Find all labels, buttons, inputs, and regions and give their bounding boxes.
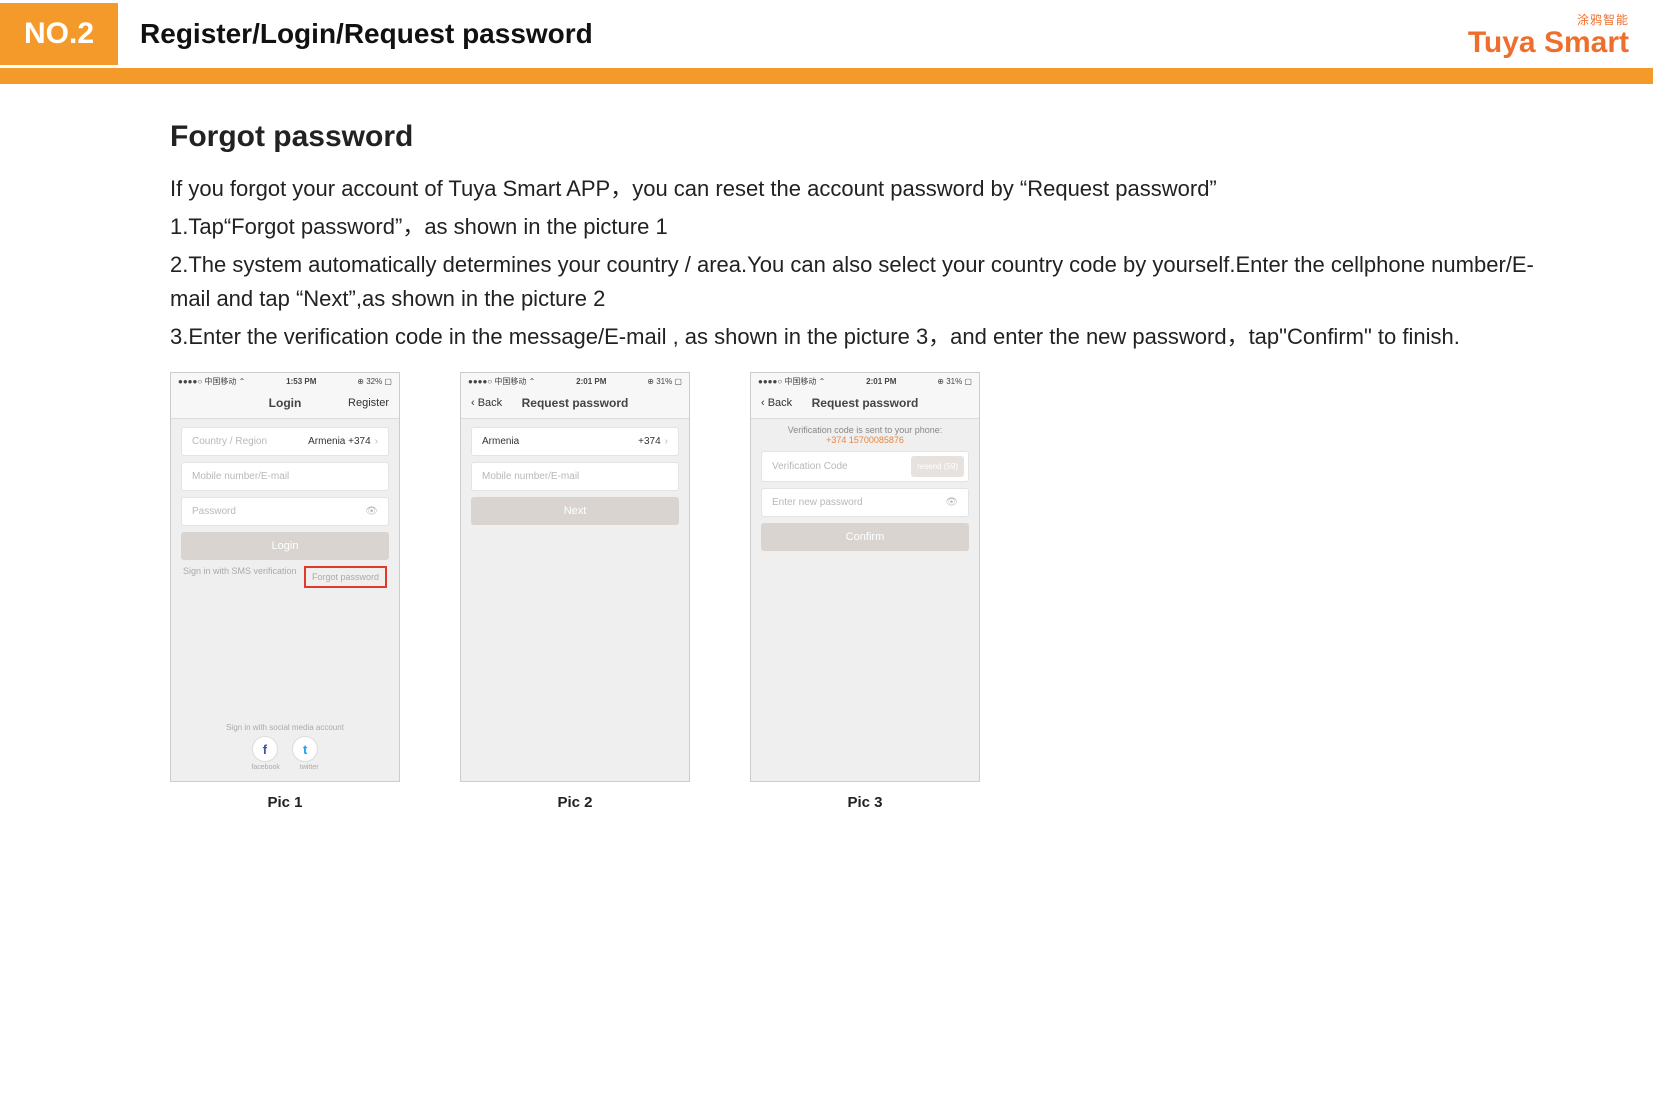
mobile-email-input[interactable]: Mobile number/E-mail — [471, 462, 679, 491]
form-body: Country / Region Armenia +374 › Mobile nu… — [171, 419, 399, 598]
hint-text: Verification code is sent to your phone: — [751, 425, 979, 435]
country-selector[interactable]: Armenia +374 › — [471, 427, 679, 456]
caption-2: Pic 2 — [557, 794, 592, 811]
brand-logo-en: Tuya Smart — [1468, 28, 1629, 58]
mobile-placeholder: Mobile number/E-mail — [192, 471, 289, 482]
screenshot-2-column: ●●●●○ 中国移动 ⌃ 2:01 PM ⊕ 31% ▢ ‹ Back Requ… — [460, 372, 690, 811]
chevron-right-icon: › — [375, 436, 378, 447]
nav-bar: Login Register — [171, 390, 399, 419]
login-button[interactable]: Login — [181, 532, 389, 560]
sms-login-link[interactable]: Sign in with SMS verification — [183, 566, 297, 588]
nav-title: Request password — [812, 396, 919, 410]
step-3: 3.Enter the verification code in the mes… — [170, 320, 1573, 354]
content-area: Forgot password If you forgot your accou… — [0, 84, 1653, 811]
nav-bar: ‹ Back Request password — [751, 390, 979, 419]
screenshot-1-column: ●●●●○ 中国移动 ⌃ 1:53 PM ⊕ 32% ▢ Login Regis… — [170, 372, 400, 811]
page-header: NO.2 Register/Login/Request password 涂鸦智… — [0, 0, 1653, 68]
status-battery: ⊕ 31% ▢ — [937, 377, 972, 386]
status-carrier: ●●●●○ 中国移动 ⌃ — [178, 376, 245, 387]
status-battery: ⊕ 31% ▢ — [647, 377, 682, 386]
status-time: 2:01 PM — [866, 377, 896, 386]
social-login-block: Sign in with social media account f t fa… — [171, 723, 399, 771]
caption-3: Pic 3 — [847, 794, 882, 811]
screenshot-1: ●●●●○ 中国移动 ⌃ 1:53 PM ⊕ 32% ▢ Login Regis… — [170, 372, 400, 782]
brand-logo: 涂鸦智能 Tuya Smart — [1468, 11, 1629, 58]
social-login-title: Sign in with social media account — [171, 723, 399, 732]
resend-button[interactable]: resend (59) — [911, 456, 964, 477]
hint-phone-number: +374 15700085876 — [751, 435, 979, 445]
facebook-label: facebook — [251, 764, 279, 771]
step-1: 1.Tap“Forgot password”，as shown in the p… — [170, 210, 1573, 244]
status-carrier: ●●●●○ 中国移动 ⌃ — [758, 376, 825, 387]
password-input[interactable]: Password 👁 — [181, 497, 389, 526]
form-body: Armenia +374 › Mobile number/E-mail Next — [461, 419, 689, 535]
intro-paragraph: If you forgot your account of Tuya Smart… — [170, 172, 1573, 206]
facebook-icon[interactable]: f — [252, 736, 278, 762]
forgot-password-link[interactable]: Forgot password — [304, 566, 387, 588]
twitter-icon[interactable]: t — [292, 736, 318, 762]
screenshot-2: ●●●●○ 中国移动 ⌃ 2:01 PM ⊕ 31% ▢ ‹ Back Requ… — [460, 372, 690, 782]
screenshot-3: ●●●●○ 中国移动 ⌃ 2:01 PM ⊕ 31% ▢ ‹ Back Requ… — [750, 372, 980, 782]
brand-logo-cn: 涂鸦智能 — [1468, 11, 1629, 28]
password-placeholder: Password — [192, 506, 236, 517]
country-label: Country / Region — [192, 436, 267, 447]
status-bar: ●●●●○ 中国移动 ⌃ 1:53 PM ⊕ 32% ▢ — [171, 373, 399, 390]
new-password-input[interactable]: Enter new password 👁 — [761, 488, 969, 517]
country-name: Armenia — [482, 436, 519, 447]
chevron-right-icon: › — [665, 436, 668, 447]
register-link[interactable]: Register — [341, 397, 389, 409]
next-button[interactable]: Next — [471, 497, 679, 525]
aux-links: Sign in with SMS verification Forgot pas… — [181, 560, 389, 588]
mobile-email-input[interactable]: Mobile number/E-mail — [181, 462, 389, 491]
nav-title: Login — [269, 396, 302, 410]
page-title: Register/Login/Request password — [140, 18, 593, 50]
status-time: 1:53 PM — [286, 377, 316, 386]
back-button[interactable]: ‹ Back — [761, 397, 809, 409]
eye-icon[interactable]: 👁 — [945, 497, 958, 508]
nav-bar: ‹ Back Request password — [461, 390, 689, 419]
step-2: 2.The system automatically determines yo… — [170, 248, 1573, 316]
mobile-placeholder: Mobile number/E-mail — [482, 471, 579, 482]
newpw-placeholder: Enter new password — [772, 497, 863, 508]
header-accent-bar — [0, 68, 1653, 84]
country-value: Armenia +374 — [308, 436, 371, 447]
nav-title: Request password — [522, 396, 629, 410]
verification-code-input[interactable]: Verification Code resend (59) — [761, 451, 969, 482]
code-placeholder: Verification Code — [772, 461, 848, 472]
caption-1: Pic 1 — [267, 794, 302, 811]
section-number-badge: NO.2 — [0, 3, 118, 65]
status-bar: ●●●●○ 中国移动 ⌃ 2:01 PM ⊕ 31% ▢ — [461, 373, 689, 390]
screenshot-3-column: ●●●●○ 中国移动 ⌃ 2:01 PM ⊕ 31% ▢ ‹ Back Requ… — [750, 372, 980, 811]
section-heading: Forgot password — [170, 120, 1573, 154]
twitter-label: twitter — [300, 764, 319, 771]
status-bar: ●●●●○ 中国移动 ⌃ 2:01 PM ⊕ 31% ▢ — [751, 373, 979, 390]
form-body: Verification Code resend (59) Enter new … — [751, 447, 979, 561]
screenshots-row: ●●●●○ 中国移动 ⌃ 1:53 PM ⊕ 32% ▢ Login Regis… — [170, 372, 1573, 811]
confirm-button[interactable]: Confirm — [761, 523, 969, 551]
country-code: +374 — [638, 436, 661, 447]
back-button[interactable]: ‹ Back — [471, 397, 519, 409]
status-battery: ⊕ 32% ▢ — [357, 377, 392, 386]
country-selector[interactable]: Country / Region Armenia +374 › — [181, 427, 389, 456]
eye-off-icon[interactable]: 👁 — [365, 506, 378, 517]
verification-hint: Verification code is sent to your phone:… — [751, 419, 979, 447]
status-carrier: ●●●●○ 中国移动 ⌃ — [468, 376, 535, 387]
status-time: 2:01 PM — [576, 377, 606, 386]
